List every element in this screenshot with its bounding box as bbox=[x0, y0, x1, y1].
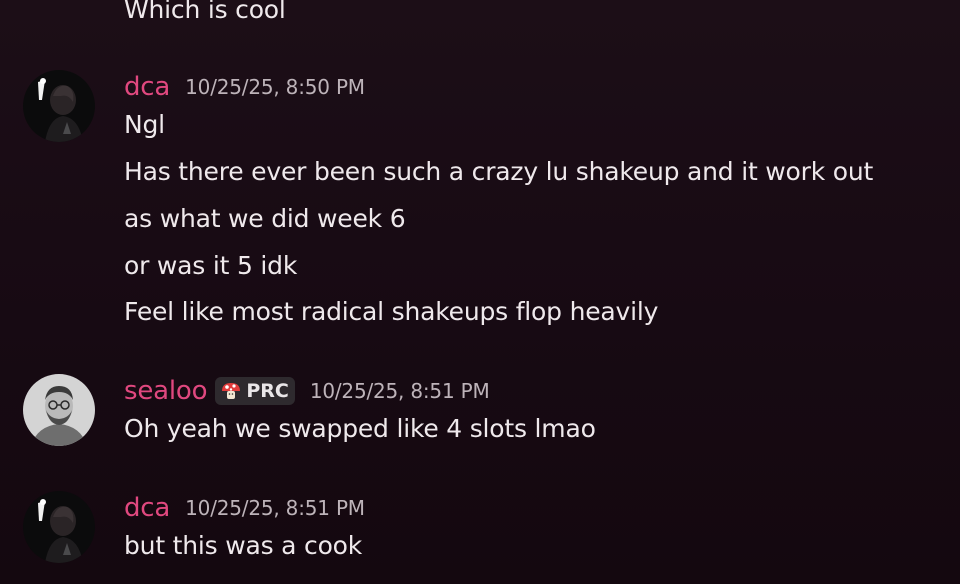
username[interactable]: sealoo bbox=[124, 376, 208, 406]
dark-portrait-avatar-icon bbox=[23, 70, 95, 142]
message-text-line: as what we did week 6 bbox=[124, 204, 406, 233]
role-tag-label: PRC bbox=[246, 380, 289, 402]
dark-portrait-avatar-icon bbox=[23, 491, 95, 563]
avatar[interactable] bbox=[23, 374, 95, 446]
message-text-line: but this was a cook bbox=[124, 531, 363, 560]
username[interactable]: dca bbox=[124, 72, 170, 102]
timestamp[interactable]: 10/25/25, 8:51 PM bbox=[310, 379, 490, 403]
mushroom-icon bbox=[222, 383, 241, 399]
message-header: dca 10/25/25, 8:50 PM bbox=[124, 69, 365, 105]
chat-message-list: Which is cool dca 10/25/25, 8:50 PM Ngl … bbox=[0, 0, 960, 584]
message-text-line: Which is cool bbox=[124, 0, 286, 24]
role-tag[interactable]: PRC bbox=[215, 377, 295, 405]
bearded-man-avatar-icon bbox=[23, 374, 95, 446]
message-text-line: or was it 5 idk bbox=[124, 251, 298, 280]
message-text-line: Has there ever been such a crazy lu shak… bbox=[124, 157, 874, 186]
message-text-line: Oh yeah we swapped like 4 slots lmao bbox=[124, 414, 596, 443]
message-text-line: Feel like most radical shakeups flop hea… bbox=[124, 297, 659, 326]
message-header: dca 10/25/25, 8:51 PM bbox=[124, 490, 365, 526]
message-text-line: Ngl bbox=[124, 110, 165, 139]
timestamp[interactable]: 10/25/25, 8:50 PM bbox=[185, 75, 365, 99]
username[interactable]: dca bbox=[124, 493, 170, 523]
avatar[interactable] bbox=[23, 491, 95, 563]
timestamp[interactable]: 10/25/25, 8:51 PM bbox=[185, 496, 365, 520]
message-header: sealoo PRC 10/25/25, 8:51 PM bbox=[124, 373, 490, 409]
avatar[interactable] bbox=[23, 70, 95, 142]
